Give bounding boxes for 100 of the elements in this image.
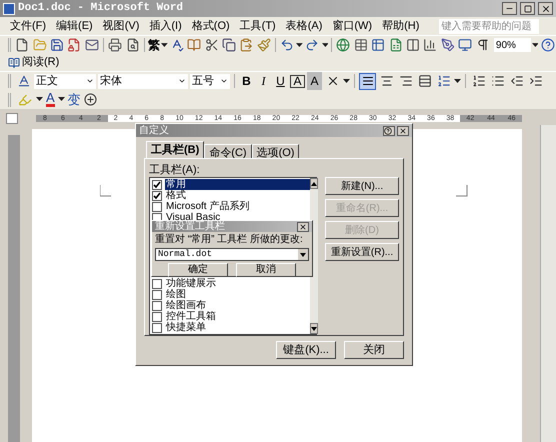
toolbar-list-item[interactable]: 格式: [165, 190, 187, 201]
target-dropdown[interactable]: Normal.dot: [155, 248, 309, 261]
tab[interactable]: 工具栏(B): [146, 141, 204, 158]
chart-icon[interactable]: [422, 36, 439, 54]
style-dropdown[interactable]: 正文: [34, 74, 96, 88]
menu-item[interactable]: 帮助(H): [382, 18, 420, 34]
drawing-icon[interactable]: [440, 36, 456, 54]
font-size-dropdown[interactable]: 五号: [190, 74, 230, 88]
justify-button[interactable]: [359, 72, 376, 90]
dialog-title: 自定义: [139, 124, 169, 138]
menu-item[interactable]: 表格(A): [286, 18, 322, 34]
checkbox[interactable]: [152, 312, 162, 322]
tab[interactable]: 选项(O): [252, 144, 300, 158]
close-button[interactable]: [538, 2, 553, 15]
dialog-button[interactable]: 重新设置(R)...: [325, 243, 399, 261]
dialog-button[interactable]: 键盘(K)...: [276, 341, 336, 359]
maximize-button[interactable]: [520, 2, 535, 15]
tab[interactable]: 命令(C): [204, 144, 252, 158]
toolbar-list-item[interactable]: 功能键展示: [165, 278, 217, 289]
reading-button[interactable]: 阅读(R): [22, 54, 60, 71]
maximize-icon: [524, 4, 532, 12]
toolbar-list-item[interactable]: 快捷菜单: [165, 322, 207, 333]
margin-corner-mark: [456, 185, 468, 197]
bold-button[interactable]: B: [239, 72, 254, 90]
italic-button[interactable]: I: [256, 72, 271, 90]
dialog-button[interactable]: 关闭: [344, 341, 404, 359]
close-button[interactable]: [397, 126, 409, 136]
menu-item[interactable]: 格式(O): [192, 18, 230, 34]
hyperlink-icon[interactable]: [335, 36, 352, 54]
close-button[interactable]: [297, 222, 309, 232]
scrollbar[interactable]: [540, 125, 556, 442]
phonetic-guide-button[interactable]: 变: [68, 90, 81, 110]
help-button[interactable]: [383, 126, 395, 136]
font-dropdown[interactable]: 宋体: [98, 74, 188, 88]
checkbox[interactable]: [152, 278, 162, 288]
enclose-characters-icon[interactable]: [84, 93, 97, 106]
menu-item[interactable]: 文件(F): [10, 18, 46, 34]
document-map-icon[interactable]: [457, 36, 474, 54]
shading-button[interactable]: A: [307, 72, 322, 90]
menu-item[interactable]: 插入(I): [149, 18, 182, 34]
dialog-button[interactable]: 确定: [168, 263, 228, 277]
dialog-title: 重新设置工具栏: [155, 220, 225, 234]
close-icon: [399, 126, 407, 134]
caret-icon[interactable]: [454, 78, 461, 84]
dialog-button[interactable]: 新建(N)...: [325, 177, 399, 195]
columns-icon[interactable]: [404, 36, 422, 54]
justify-icon: [362, 75, 374, 87]
close-icon: [299, 222, 307, 230]
minimize-button[interactable]: [502, 2, 517, 15]
traditional-conversion-button[interactable]: 繁: [148, 36, 160, 54]
tables-borders-icon[interactable]: [352, 36, 370, 54]
printer-icon[interactable]: [106, 36, 124, 54]
caret-icon[interactable]: [343, 78, 350, 84]
checkbox[interactable]: [152, 322, 162, 332]
checkbox[interactable]: [152, 190, 162, 200]
font-color-button[interactable]: A: [46, 92, 55, 107]
help-search-field[interactable]: 键入需要帮助的问题: [439, 18, 540, 34]
menu-item[interactable]: 视图(V): [102, 18, 140, 34]
window-title: Doc1.doc - Microsoft Word: [18, 0, 184, 16]
caret-icon[interactable]: [160, 42, 168, 48]
dialog-button[interactable]: 取消: [236, 263, 296, 277]
caret-icon[interactable]: [36, 97, 43, 102]
reset-prompt: 重置对 “常用” 工具栏 所做的更改:: [154, 234, 304, 246]
menu-item[interactable]: 编辑(E): [56, 18, 93, 34]
paste-icon[interactable]: [238, 36, 255, 54]
toolbar-list-item[interactable]: 控件工具箱: [165, 311, 217, 322]
checkbox[interactable]: [152, 202, 162, 212]
menu-item[interactable]: 窗口(W): [332, 18, 372, 34]
toolbar-list-item[interactable]: 常用: [165, 179, 310, 190]
insert-table-icon[interactable]: [370, 36, 386, 54]
underline-button[interactable]: U: [273, 72, 288, 90]
close-icon: [540, 4, 550, 14]
toolbar-list-item[interactable]: 绘图: [165, 289, 187, 300]
word-document-icon: [3, 2, 15, 14]
caret-icon[interactable]: [58, 97, 65, 102]
checkbox[interactable]: [152, 180, 162, 190]
scroll-up-icon[interactable]: [311, 182, 317, 186]
margin-corner-mark: [100, 185, 112, 197]
toolbar-list-item[interactable]: 绘图画布: [165, 300, 207, 311]
scroll-down-icon[interactable]: [311, 326, 317, 330]
distributed-icon[interactable]: [416, 72, 433, 90]
help-icon: [384, 126, 392, 134]
zoom-field[interactable]: 90%: [494, 38, 531, 52]
caret-icon[interactable]: [296, 42, 304, 48]
tab-selector[interactable]: [6, 112, 18, 124]
border-button[interactable]: A: [290, 74, 305, 88]
toolbar-list-item[interactable]: Microsoft 产品系列: [165, 201, 250, 212]
save-icon[interactable]: [48, 36, 66, 54]
caret-icon[interactable]: [322, 42, 328, 48]
research-icon[interactable]: [186, 36, 202, 54]
caret-icon[interactable]: [532, 42, 538, 48]
checkbox[interactable]: [152, 290, 162, 300]
list-label: 工具栏(A):: [149, 163, 201, 175]
checkbox[interactable]: [152, 300, 162, 310]
format-painter-icon[interactable]: [256, 36, 272, 54]
dropdown-arrow-icon[interactable]: [300, 252, 306, 256]
menu-item[interactable]: 工具(T): [240, 18, 276, 34]
help-icon[interactable]: [539, 36, 556, 54]
book-icon: [8, 56, 20, 68]
copy-icon[interactable]: [220, 36, 238, 54]
